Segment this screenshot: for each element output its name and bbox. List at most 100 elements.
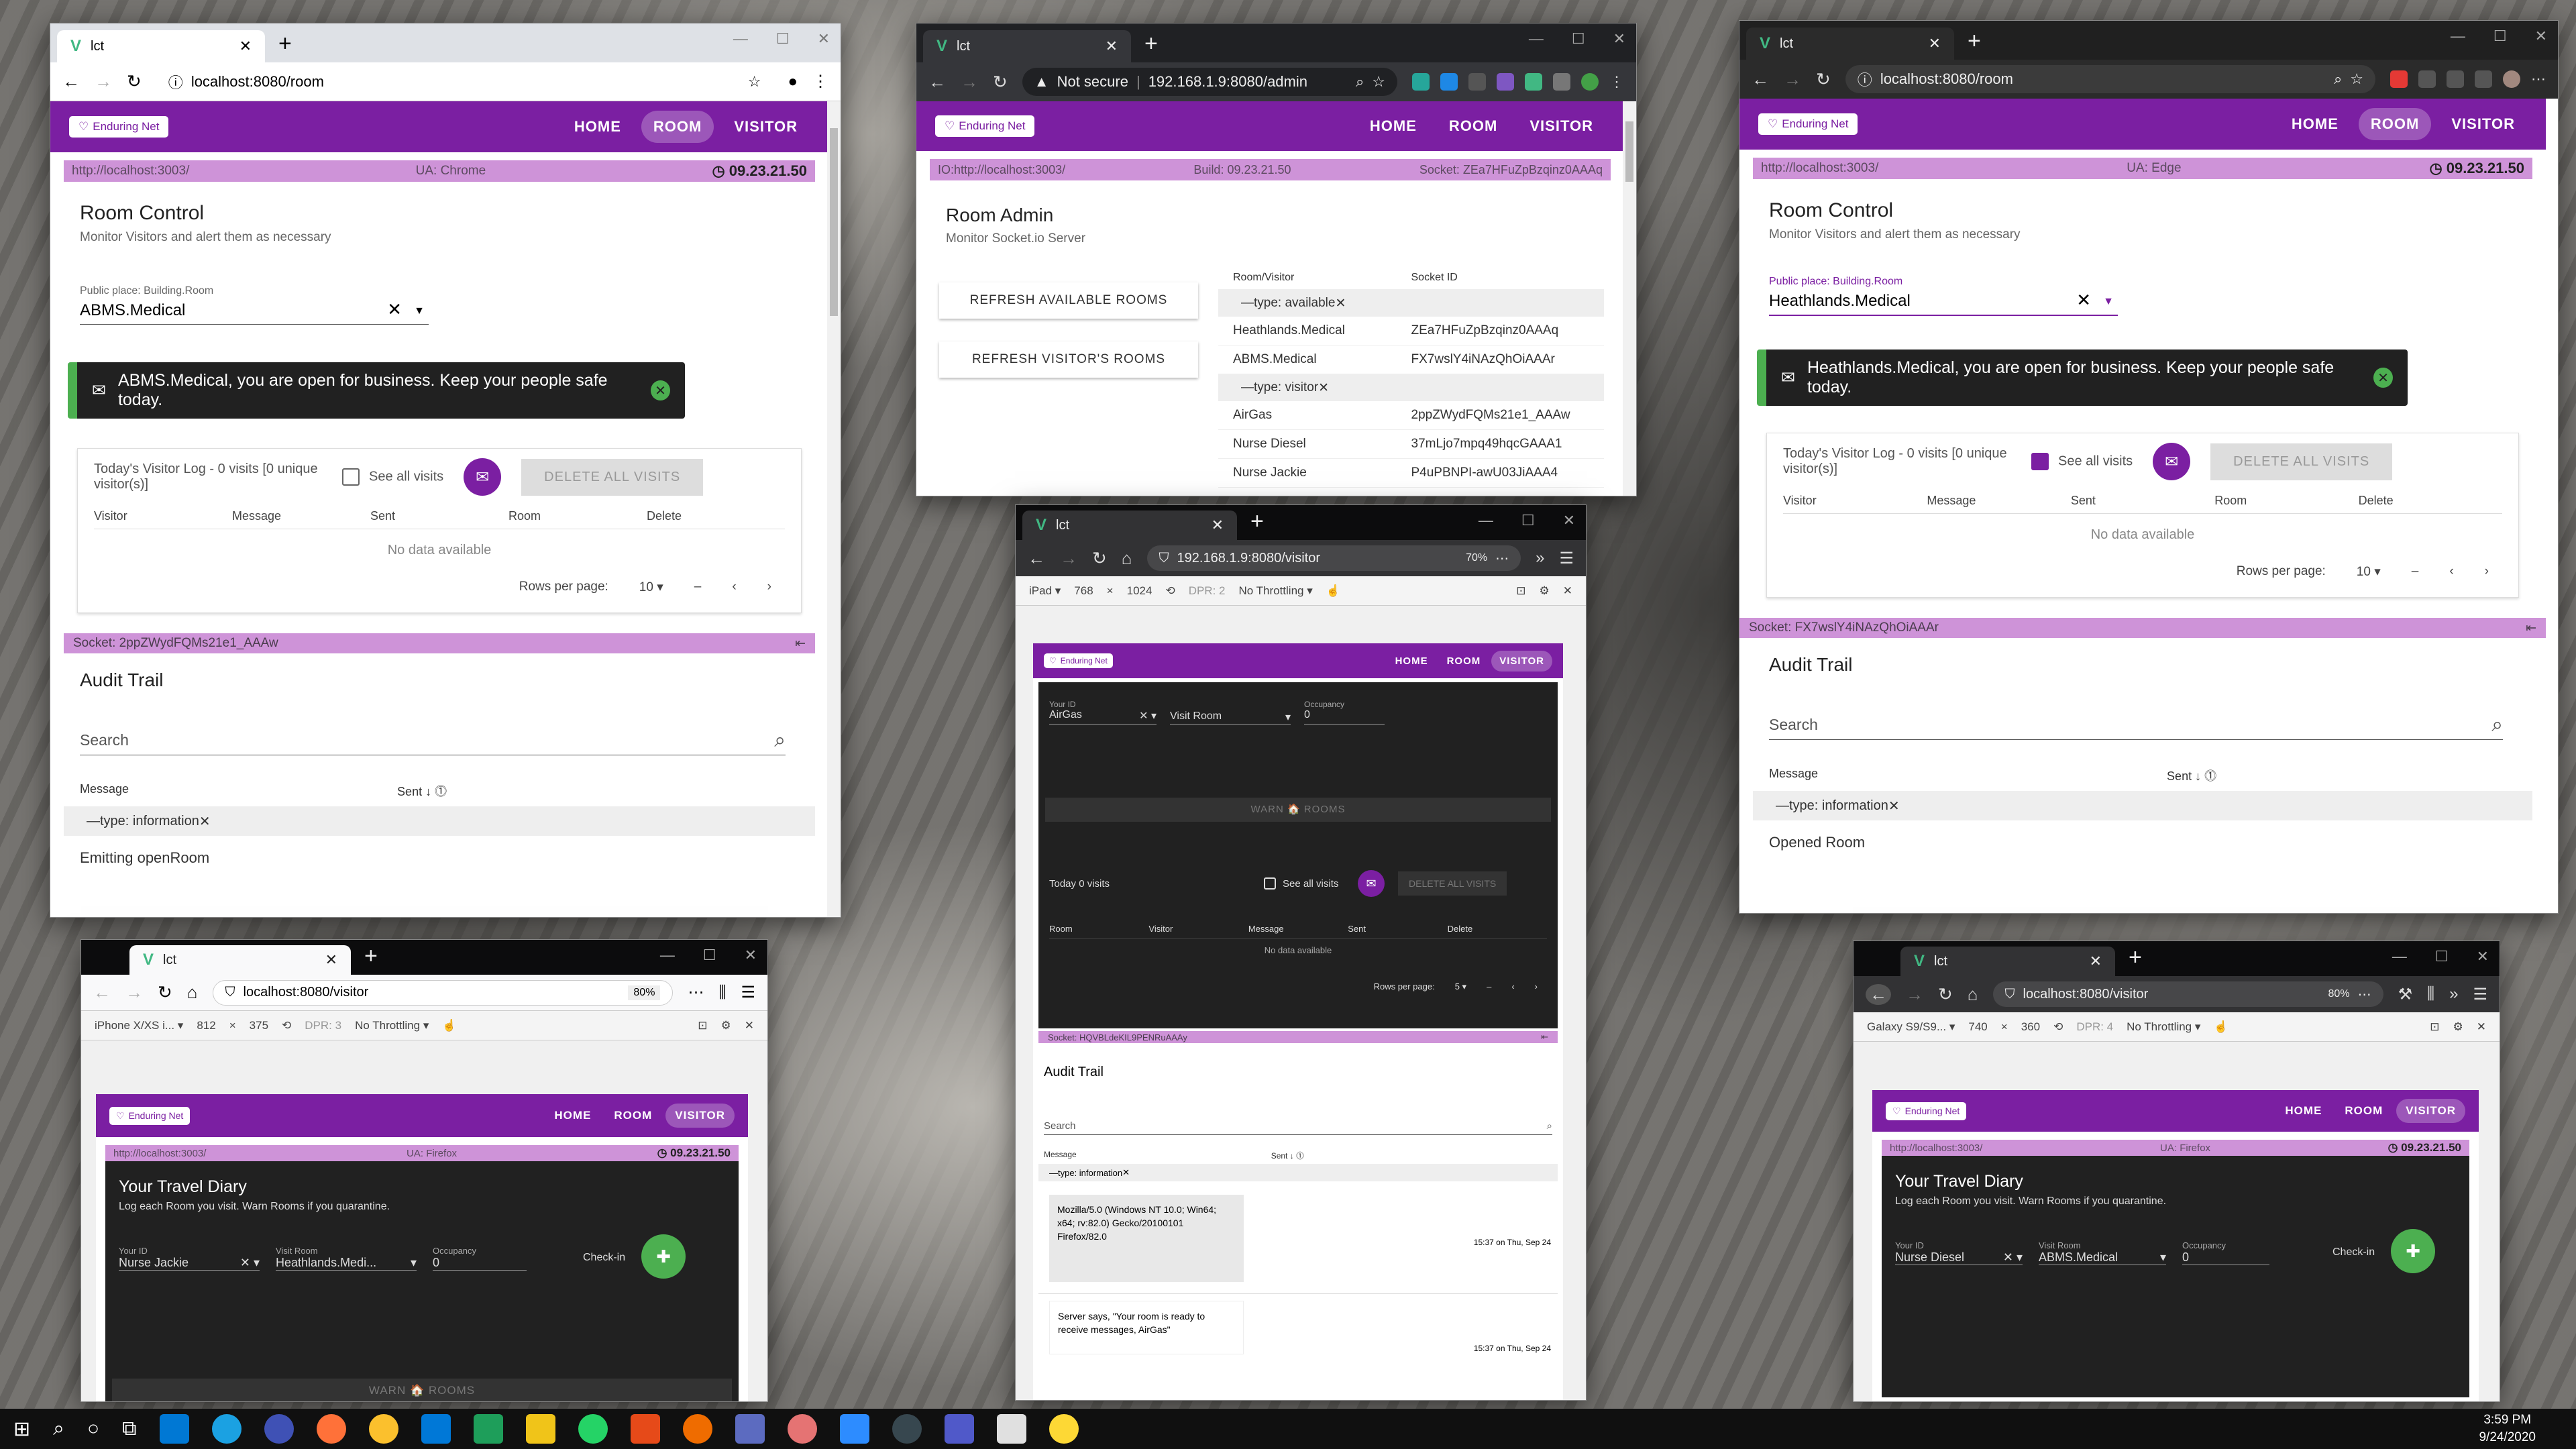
- caret-down-icon[interactable]: ▼: [2103, 296, 2114, 308]
- see-all-checkbox[interactable]: See all visits: [342, 468, 443, 486]
- firefox-dev-icon[interactable]: [264, 1414, 294, 1444]
- maximize-icon[interactable]: ☐: [776, 30, 790, 48]
- close-rdm-icon[interactable]: ✕: [2477, 1020, 2486, 1034]
- new-tab-button[interactable]: +: [1960, 28, 1989, 60]
- close-tab-icon[interactable]: ✕: [1929, 35, 1941, 52]
- nav-home[interactable]: HOME: [2275, 1099, 2331, 1123]
- address-bar[interactable]: ▲ Not secure | 192.168.1.9:8080/admin ⌕ ☆: [1022, 68, 1397, 96]
- menu-icon[interactable]: ☰: [741, 983, 755, 1002]
- maximize-icon[interactable]: ☐: [2493, 28, 2507, 45]
- vscode-insiders-icon[interactable]: [473, 1414, 503, 1444]
- see-all-checkbox[interactable]: See all visits: [2031, 453, 2133, 470]
- vscode-icon[interactable]: [421, 1414, 451, 1444]
- next-page-icon[interactable]: ›: [1535, 981, 1538, 992]
- touch-icon[interactable]: ☝: [1326, 584, 1340, 598]
- minimize-icon[interactable]: —: [660, 947, 675, 964]
- forward-icon[interactable]: →: [1906, 984, 1923, 1005]
- close-tab-icon[interactable]: ✕: [239, 38, 252, 55]
- search-input[interactable]: Search ⌕: [1044, 1120, 1552, 1135]
- warn-rooms-button[interactable]: WARN 🏠 ROOMS: [112, 1379, 732, 1401]
- maximize-icon[interactable]: ☐: [1572, 30, 1585, 48]
- nav-home[interactable]: HOME: [545, 1104, 600, 1128]
- task-view-icon[interactable]: ⧉: [122, 1417, 136, 1440]
- minimize-icon[interactable]: —: [2451, 28, 2465, 45]
- address-bar[interactable]: ⛉ localhost:8080/visitor 80% ⋯: [1992, 981, 2383, 1007]
- nav-room[interactable]: ROOM: [2358, 108, 2432, 140]
- rotate-icon[interactable]: ⟲: [1165, 584, 1175, 598]
- next-page-icon[interactable]: ›: [2485, 564, 2489, 580]
- clear-icon[interactable]: ✕: [2076, 290, 2091, 311]
- back-icon[interactable]: ←: [93, 982, 111, 1003]
- throttle-select[interactable]: No Throttling ▾: [1238, 584, 1312, 598]
- close-window-icon[interactable]: ✕: [745, 947, 757, 964]
- room-select[interactable]: Public place: Building.Room ABMS.Medical ✕…: [80, 285, 429, 325]
- overflow-icon[interactable]: »: [2449, 985, 2458, 1004]
- extension-icon[interactable]: [1412, 73, 1430, 91]
- screenshot-icon[interactable]: ⊡: [1516, 584, 1525, 598]
- browser-tab[interactable]: Vlct ✕: [1746, 28, 1954, 60]
- address-bar[interactable]: ⛉ 192.168.1.9:8080/visitor 70% ⋯: [1146, 545, 1521, 571]
- reload-icon[interactable]: ↻: [127, 71, 142, 92]
- close-rdm-icon[interactable]: ✕: [745, 1019, 754, 1032]
- download-icon[interactable]: [1440, 73, 1458, 91]
- device-select[interactable]: iPad ▾: [1029, 584, 1061, 598]
- new-tab-button[interactable]: +: [2121, 945, 2150, 976]
- menu-icon[interactable]: ⋯: [2531, 70, 2546, 88]
- rows-select[interactable]: 5 ▾: [1455, 981, 1466, 992]
- refresh-rooms-button[interactable]: REFRESH AVAILABLE ROOMS: [939, 282, 1198, 319]
- maximize-icon[interactable]: ☐: [703, 947, 716, 964]
- your-id-field[interactable]: Your ID Nurse Diesel ✕ ▾: [1895, 1240, 2023, 1265]
- file-explorer-icon[interactable]: [525, 1414, 555, 1444]
- avatar[interactable]: [2503, 70, 2520, 88]
- star-icon[interactable]: ☆: [1372, 73, 1385, 91]
- search-icon[interactable]: ⌕: [53, 1417, 64, 1440]
- minimize-icon[interactable]: —: [2392, 948, 2407, 965]
- back-icon[interactable]: ←: [1752, 69, 1769, 90]
- your-id-field[interactable]: Your ID AirGas ✕ ▾: [1049, 700, 1157, 724]
- back-icon[interactable]: ←: [1866, 983, 1891, 1005]
- scrollbar[interactable]: [1623, 101, 1636, 496]
- nav-visitor[interactable]: VISITOR: [2396, 1099, 2465, 1123]
- nav-room[interactable]: ROOM: [1439, 651, 1489, 672]
- alert-all-button[interactable]: ✉: [464, 458, 502, 496]
- minimize-icon[interactable]: —: [1529, 30, 1544, 48]
- close-tab-icon[interactable]: ✕: [1106, 38, 1118, 55]
- library-icon[interactable]: ⫼: [2427, 985, 2434, 1004]
- prev-page-icon[interactable]: ‹: [2449, 564, 2453, 580]
- browser-tab[interactable]: Vlct ✕: [923, 30, 1131, 62]
- your-id-field[interactable]: Your ID Nurse Jackie ✕ ▾: [119, 1246, 260, 1271]
- nav-room[interactable]: ROOM: [2335, 1099, 2392, 1123]
- settings-icon[interactable]: ⚙: [1540, 584, 1550, 598]
- menu-icon[interactable]: ⋮: [812, 72, 828, 91]
- rotate-icon[interactable]: ⟲: [2053, 1020, 2063, 1034]
- occupancy-field[interactable]: Occupancy 0: [2182, 1240, 2269, 1265]
- more-icon[interactable]: ⋯: [1495, 550, 1509, 567]
- reload-icon[interactable]: ↻: [993, 72, 1008, 93]
- minimize-icon[interactable]: —: [733, 30, 748, 48]
- back-icon[interactable]: ←: [62, 71, 80, 92]
- extension-icon[interactable]: [1497, 73, 1514, 91]
- menu-icon[interactable]: ☰: [1559, 549, 1574, 568]
- home-icon[interactable]: ⌂: [1122, 548, 1132, 569]
- app-icon[interactable]: [735, 1414, 765, 1444]
- minimize-icon[interactable]: —: [1479, 512, 1493, 529]
- browser-tab[interactable]: Vlct ✕: [57, 30, 265, 62]
- close-tab-icon[interactable]: ✕: [1212, 517, 1224, 534]
- profile-icon[interactable]: ●: [788, 72, 798, 91]
- menu-icon[interactable]: ☰: [2473, 985, 2487, 1004]
- next-page-icon[interactable]: ›: [767, 580, 771, 595]
- nav-visitor[interactable]: VISITOR: [665, 1104, 735, 1128]
- outlook-icon[interactable]: [159, 1414, 189, 1444]
- nav-room[interactable]: ROOM: [1437, 110, 1509, 142]
- warn-rooms-button[interactable]: WARN 🏠 ROOMS: [1045, 798, 1551, 822]
- forward-icon[interactable]: →: [1060, 548, 1077, 569]
- throttle-select[interactable]: No Throttling ▾: [2127, 1020, 2200, 1034]
- reload-icon[interactable]: ↻: [1938, 984, 1953, 1005]
- maximize-icon[interactable]: ☐: [2435, 948, 2449, 965]
- close-tab-icon[interactable]: ✕: [2090, 953, 2102, 970]
- home-icon[interactable]: ⌂: [187, 982, 198, 1003]
- logo[interactable]: ♡ Enduring Net: [1044, 653, 1113, 668]
- logo[interactable]: ♡ Enduring Net: [935, 115, 1035, 137]
- more-icon[interactable]: ⋯: [2358, 986, 2371, 1003]
- avatar[interactable]: [1581, 73, 1599, 91]
